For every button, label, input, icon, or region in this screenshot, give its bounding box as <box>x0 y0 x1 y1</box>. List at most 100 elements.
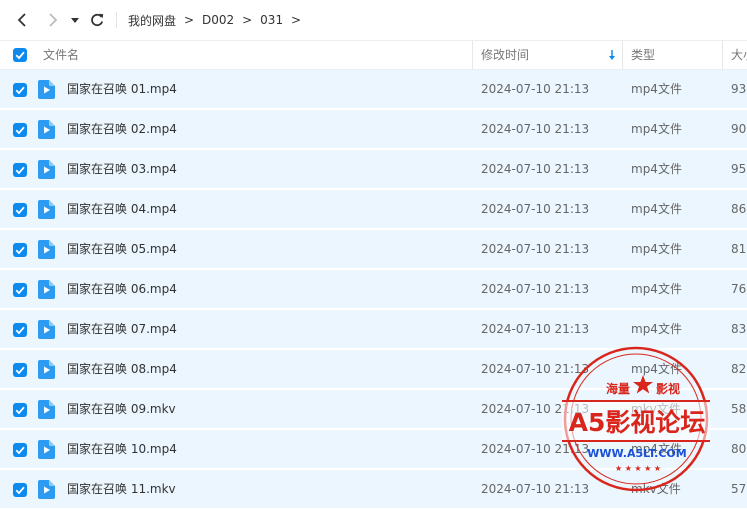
column-modified-header[interactable]: 修改时间 <box>481 41 529 69</box>
history-dropdown-button[interactable] <box>65 9 85 31</box>
row-checkbox[interactable] <box>13 443 27 457</box>
breadcrumb-item-d002[interactable]: D002 <box>202 13 234 27</box>
file-size: 803 <box>731 442 747 456</box>
file-type: mp4文件 <box>631 282 682 296</box>
column-header: 文件名 修改时间 类型 大小 <box>0 40 747 70</box>
file-size: 822 <box>731 362 747 376</box>
file-row[interactable]: 国家在召唤 06.mp4 2024-07-10 21:13 mp4文件 767 <box>0 270 747 309</box>
check-icon <box>15 51 25 60</box>
file-size: 868 <box>731 202 747 216</box>
file-type: mp4文件 <box>631 202 682 216</box>
file-size: 936 <box>731 82 747 96</box>
breadcrumb-item-031[interactable]: 031 <box>260 13 283 27</box>
file-name[interactable]: 国家在召唤 05.mp4 <box>67 230 177 269</box>
row-checkbox[interactable] <box>13 203 27 217</box>
breadcrumb-separator: > <box>242 13 253 27</box>
file-modified-time: 2024-07-10 21:13 <box>481 482 590 496</box>
video-file-icon <box>38 400 55 419</box>
forward-button[interactable] <box>42 9 64 31</box>
file-row[interactable]: 国家在召唤 04.mp4 2024-07-10 21:13 mp4文件 868 <box>0 190 747 229</box>
file-name[interactable]: 国家在召唤 01.mp4 <box>67 70 177 109</box>
column-divider[interactable] <box>622 41 623 69</box>
row-checkbox[interactable] <box>13 323 27 337</box>
check-icon <box>15 486 25 495</box>
file-type: mp4文件 <box>631 82 682 96</box>
file-size: 958 <box>731 162 747 176</box>
file-name[interactable]: 国家在召唤 06.mp4 <box>67 270 177 309</box>
breadcrumb-separator[interactable]: > <box>283 13 309 27</box>
video-file-icon <box>38 440 55 459</box>
file-type: mp4文件 <box>631 122 682 136</box>
file-type: mp4文件 <box>631 162 682 176</box>
check-icon <box>15 446 25 455</box>
chevron-right-icon <box>49 13 58 27</box>
chevron-left-icon <box>17 13 26 27</box>
check-icon <box>15 206 25 215</box>
sort-descending-icon[interactable] <box>608 49 616 64</box>
file-row[interactable]: 国家在召唤 11.mkv 2024-07-10 21:13 mkv文件 576 <box>0 470 747 509</box>
file-modified-time: 2024-07-10 21:13 <box>481 442 590 456</box>
file-name[interactable]: 国家在召唤 07.mp4 <box>67 310 177 349</box>
caret-down-icon <box>71 18 79 23</box>
file-name[interactable]: 国家在召唤 08.mp4 <box>67 350 177 389</box>
file-modified-time: 2024-07-10 21:13 <box>481 122 590 136</box>
file-row[interactable]: 国家在召唤 10.mp4 2024-07-10 21:13 mp4文件 803 <box>0 430 747 469</box>
check-icon <box>15 246 25 255</box>
file-type: mp4文件 <box>631 442 682 456</box>
video-file-icon <box>38 480 55 499</box>
column-type-header[interactable]: 类型 <box>631 41 655 69</box>
file-name[interactable]: 国家在召唤 10.mp4 <box>67 430 177 469</box>
check-icon <box>15 126 25 135</box>
refresh-icon <box>91 13 104 27</box>
row-checkbox[interactable] <box>13 283 27 297</box>
video-file-icon <box>38 120 55 139</box>
video-file-icon <box>38 360 55 379</box>
row-checkbox[interactable] <box>13 483 27 497</box>
check-icon <box>15 86 25 95</box>
file-name[interactable]: 国家在召唤 04.mp4 <box>67 190 177 229</box>
video-file-icon <box>38 320 55 339</box>
video-file-icon <box>38 280 55 299</box>
file-modified-time: 2024-07-10 21:13 <box>481 82 590 96</box>
column-name-header[interactable]: 文件名 <box>43 41 79 69</box>
file-name[interactable]: 国家在召唤 09.mkv <box>67 390 176 429</box>
file-row[interactable]: 国家在召唤 01.mp4 2024-07-10 21:13 mp4文件 936 <box>0 70 747 109</box>
file-name[interactable]: 国家在召唤 03.mp4 <box>67 150 177 189</box>
check-icon <box>15 286 25 295</box>
file-row[interactable]: 国家在召唤 02.mp4 2024-07-10 21:13 mp4文件 901 <box>0 110 747 149</box>
video-file-icon <box>38 200 55 219</box>
back-button[interactable] <box>11 9 33 31</box>
file-size: 576 <box>731 482 747 496</box>
video-file-icon <box>38 240 55 259</box>
toolbar-divider <box>116 12 117 28</box>
file-row[interactable]: 国家在召唤 08.mp4 2024-07-10 21:13 mp4文件 822 <box>0 350 747 389</box>
file-name[interactable]: 国家在召唤 11.mkv <box>67 470 176 509</box>
file-row[interactable]: 国家在召唤 03.mp4 2024-07-10 21:13 mp4文件 958 <box>0 150 747 189</box>
select-all-checkbox[interactable] <box>13 48 27 62</box>
row-checkbox[interactable] <box>13 83 27 97</box>
file-row[interactable]: 国家在召唤 09.mkv 2024-07-10 21:13 mkv文件 588 <box>0 390 747 429</box>
file-row[interactable]: 国家在召唤 05.mp4 2024-07-10 21:13 mp4文件 813 <box>0 230 747 269</box>
check-icon <box>15 366 25 375</box>
file-modified-time: 2024-07-10 21:13 <box>481 202 590 216</box>
file-type: mp4文件 <box>631 322 682 336</box>
breadcrumb: 我的网盘 > D002 > 031 > <box>128 0 309 40</box>
column-divider[interactable] <box>722 41 723 69</box>
file-modified-time: 2024-07-10 21:13 <box>481 242 590 256</box>
video-file-icon <box>38 160 55 179</box>
row-checkbox[interactable] <box>13 363 27 377</box>
column-divider[interactable] <box>472 41 473 69</box>
row-checkbox[interactable] <box>13 243 27 257</box>
row-checkbox[interactable] <box>13 123 27 137</box>
row-checkbox[interactable] <box>13 403 27 417</box>
file-size: 588 <box>731 402 747 416</box>
file-type: mkv文件 <box>631 402 681 416</box>
file-row[interactable]: 国家在召唤 07.mp4 2024-07-10 21:13 mp4文件 830 <box>0 310 747 349</box>
refresh-button[interactable] <box>86 9 108 31</box>
column-size-header[interactable]: 大小 <box>731 41 747 69</box>
breadcrumb-item-root[interactable]: 我的网盘 <box>128 12 176 29</box>
check-icon <box>15 406 25 415</box>
file-type: mkv文件 <box>631 482 681 496</box>
file-name[interactable]: 国家在召唤 02.mp4 <box>67 110 177 149</box>
row-checkbox[interactable] <box>13 163 27 177</box>
